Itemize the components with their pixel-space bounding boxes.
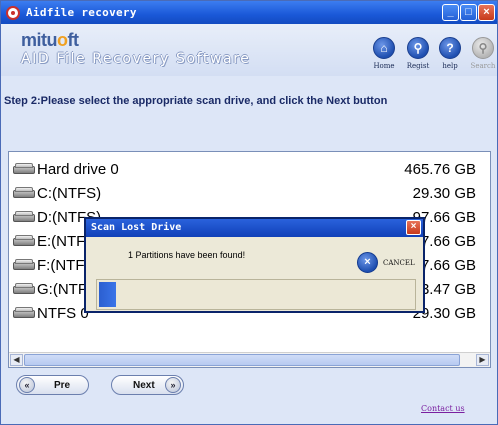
scroll-right-icon[interactable]: ▶ [476,354,489,366]
hard-drive-icon [13,307,35,319]
drive-name: Hard drive 0 [37,161,119,178]
dialog-title: Scan Lost Drive [91,222,182,233]
window-title: Aidfile recovery [26,6,137,19]
home-icon: ⌂ [373,37,395,59]
logo-prefix: mitu [21,30,58,50]
horizontal-scrollbar[interactable]: ◀ ▶ [9,352,490,367]
double-right-arrow-icon: » [165,377,181,393]
regist-label: Regist [406,62,430,70]
drive-size: 465.76 GB [404,161,476,178]
dialog-title-bar[interactable]: Scan Lost Drive × [86,219,423,237]
maximize-button[interactable]: □ [460,4,477,21]
next-label: Next [133,380,155,391]
dialog-message: 1 Partitions have been found! [128,250,246,260]
close-button[interactable]: × [478,4,495,21]
cancel-button[interactable]: × CANCEL [357,252,417,274]
cancel-label: CANCEL [383,259,415,267]
app-icon [6,5,20,20]
product-name: AID File Recovery Software [21,51,251,67]
progress-fill [99,282,116,307]
scan-progress-bar [96,279,416,310]
main-window: Aidfile recovery _ □ × mituoft AID File … [0,0,498,425]
brand-logo: mituoft [21,30,79,51]
hard-drive-icon [13,283,35,295]
drive-size: 29.30 GB [412,185,476,202]
dialog-close-button[interactable]: × [406,220,421,235]
logo-suffix: ft [67,30,80,50]
step-instruction: Step 2:Please select the appropriate sca… [4,95,388,107]
contact-us-link[interactable]: Contact us [421,404,465,413]
home-button[interactable]: ⌂ Home [369,37,399,70]
search-button[interactable]: ⚲ Search [468,37,498,70]
search-label: Search [470,62,496,70]
hard-drive-icon [13,211,35,223]
help-button[interactable]: ? help [435,37,465,70]
drive-name: NTFS 0 [37,305,89,322]
scroll-left-icon[interactable]: ◀ [10,354,23,366]
scan-lost-drive-dialog: Scan Lost Drive × 1 Partitions have been… [84,217,425,313]
title-bar[interactable]: Aidfile recovery _ □ × [1,1,497,24]
search-icon: ⚲ [472,37,494,59]
drive-row[interactable]: C:(NTFS) 29.30 GB [9,182,490,206]
help-label: help [442,62,458,70]
hard-drive-icon [13,187,35,199]
hard-drive-icon [13,259,35,271]
app-header: mituoft AID File Recovery Software ⌂ Hom… [1,24,497,76]
drive-name: C:(NTFS) [37,185,102,202]
drive-row[interactable]: Hard drive 0 465.76 GB [9,158,490,182]
scroll-thumb[interactable] [24,354,460,366]
hard-drive-icon [13,163,35,175]
pre-label: Pre [54,380,71,391]
double-left-arrow-icon: « [19,377,35,393]
pre-button[interactable]: « Pre [16,375,89,395]
home-label: Home [373,62,395,70]
key-icon: ⚲ [407,37,429,59]
hard-drive-icon [13,235,35,247]
regist-button[interactable]: ⚲ Regist [403,37,433,70]
cancel-icon: × [357,252,378,273]
next-button[interactable]: Next » [111,375,184,395]
minimize-button[interactable]: _ [442,4,459,21]
help-icon: ? [439,37,461,59]
logo-o: o [57,30,68,50]
